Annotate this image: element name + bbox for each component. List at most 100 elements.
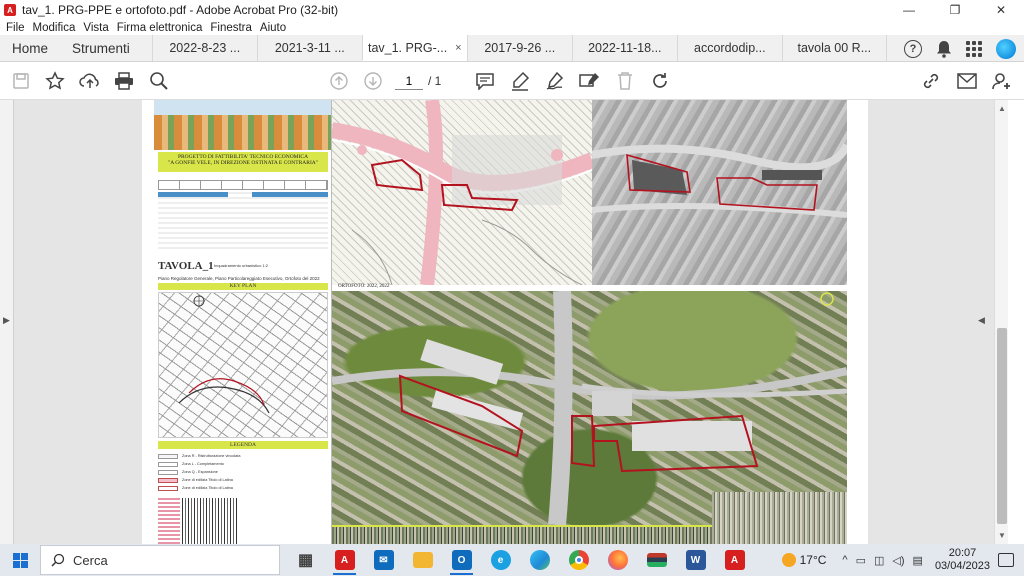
clock-time: 20:07 — [948, 547, 977, 559]
scroll-up-icon[interactable]: ▲ — [998, 104, 1006, 113]
acrobat-icon: A — [724, 550, 745, 570]
print-icon[interactable] — [113, 70, 135, 92]
right-panel-toggle[interactable]: ◀ — [968, 100, 994, 544]
doc-tab[interactable]: accordodip... — [676, 35, 782, 61]
system-tray: 17°C ^ ▭ ◫ ◁) ▤ 20:07 03/04/2023 — [781, 544, 1024, 576]
weather-widget[interactable]: 17°C — [781, 553, 827, 567]
menu-modifica[interactable]: Modifica — [33, 22, 76, 34]
left-panel-toggle[interactable]: ▶ — [0, 100, 14, 544]
minimize-button[interactable]: — — [886, 0, 932, 20]
page-number-input[interactable] — [395, 72, 423, 90]
bell-icon[interactable] — [936, 40, 952, 58]
vertical-scrollbar[interactable]: ▲ ▼ — [994, 100, 1008, 544]
scroll-down-icon[interactable]: ▼ — [998, 531, 1006, 540]
doc-tab-active[interactable]: tav_1. PRG-... × — [361, 35, 467, 61]
sign-icon[interactable] — [544, 70, 566, 92]
close-button[interactable]: ✕ — [978, 0, 1024, 20]
title-bar: A tav_1. PRG-PPE e ortofoto.pdf - Adobe … — [0, 0, 1024, 20]
legend-item: Zona Q - Espansione — [158, 468, 328, 476]
doc-tab[interactable]: 2022-8-23 ... — [151, 35, 257, 61]
menu-vista[interactable]: Vista — [83, 22, 108, 34]
page-total: / 1 — [428, 74, 442, 88]
tab-strumenti[interactable]: Strumenti — [60, 35, 142, 61]
file-explorer-taskbar-button[interactable] — [403, 544, 442, 576]
email-icon[interactable] — [956, 70, 978, 92]
edit-text-icon[interactable] — [579, 70, 601, 92]
apps-grid-icon[interactable] — [966, 40, 982, 57]
page-up-icon[interactable] — [328, 70, 350, 92]
battery-icon[interactable]: ▭ — [856, 554, 866, 567]
tab-bar-right: ? — [904, 35, 1016, 62]
highlight-pen-icon[interactable] — [509, 70, 531, 92]
media-taskbar-button[interactable] — [637, 544, 676, 576]
legend-item: Zone di edilizia Titolo di Latina — [158, 484, 328, 492]
weather-temperature: 17°C — [799, 553, 827, 567]
chrome-taskbar-button[interactable] — [559, 544, 598, 576]
doc-tab[interactable]: 2021-3-11 ... — [256, 35, 362, 61]
star-icon[interactable] — [44, 70, 66, 92]
edge-taskbar-button[interactable] — [520, 544, 559, 576]
trash-icon[interactable] — [614, 70, 636, 92]
menu-aiuto[interactable]: Aiuto — [260, 22, 286, 34]
page-down-icon[interactable] — [362, 70, 384, 92]
tab-home[interactable]: Home — [0, 35, 60, 61]
menu-finestra[interactable]: Finestra — [210, 22, 252, 34]
firefox-taskbar-button[interactable] — [598, 544, 637, 576]
firefox-icon — [607, 550, 628, 570]
document-area[interactable]: ▶ PROGETTO DI FATTIBILITA' TECNICO ECONO… — [0, 100, 1024, 544]
restore-button[interactable]: ❐ — [932, 0, 978, 20]
comment-icon[interactable] — [474, 70, 496, 92]
search-icon — [51, 553, 65, 567]
orthophoto — [332, 291, 847, 525]
tavola-title: TAVOLA_1 — [158, 260, 214, 272]
avatar[interactable] — [996, 38, 1016, 59]
chevron-right-icon: ▶ — [3, 315, 10, 325]
save-icon[interactable] — [10, 70, 32, 92]
volume-icon[interactable]: ◁) — [892, 554, 904, 567]
legend-item: Zone di edilizia Titolo di Latina — [158, 476, 328, 484]
cover-info-blocks — [158, 192, 328, 252]
menu-file[interactable]: File — [6, 22, 25, 34]
upload-cloud-icon[interactable] — [79, 70, 101, 92]
task-view-icon: ▦ — [297, 552, 314, 569]
outlook-taskbar-button[interactable]: O — [442, 544, 481, 576]
rotate-icon[interactable] — [649, 70, 671, 92]
scroll-thumb[interactable] — [997, 328, 1007, 524]
cover-sheet: PROGETTO DI FATTIBILITA' TECNICO ECONOMI… — [154, 100, 332, 544]
link-icon[interactable] — [920, 70, 942, 92]
legend-item-label: Zona L - Completamento — [182, 462, 224, 466]
doc-tab[interactable]: 2022-11-18... — [571, 35, 677, 61]
word-taskbar-button[interactable]: W — [676, 544, 715, 576]
search-box[interactable]: Cerca — [40, 545, 280, 575]
legend-item-label: Zona R - Ristrutturazione vincolata — [182, 454, 241, 458]
doc-tab-label: 2017-9-26 ... — [484, 41, 556, 55]
doc-tab[interactable]: tavola 00 R... — [781, 35, 887, 61]
acrobat-2-taskbar-button[interactable]: A — [715, 544, 754, 576]
help-icon[interactable]: ? — [904, 39, 922, 58]
doc-tab-label: tav_1. PRG-... — [367, 40, 448, 55]
internet-explorer-taskbar-button[interactable]: e — [481, 544, 520, 576]
pdf-page[interactable]: PROGETTO DI FATTIBILITA' TECNICO ECONOMI… — [142, 100, 868, 544]
legend-list: Zona R - Ristrutturazione vincolata Zona… — [158, 452, 328, 492]
edge-icon — [529, 550, 550, 570]
search-zoom-icon[interactable] — [148, 70, 170, 92]
notification-icon[interactable] — [998, 553, 1014, 567]
mail-taskbar-button[interactable]: ✉ — [364, 544, 403, 576]
doc-tab-label: 2022-11-18... — [588, 41, 662, 55]
task-view-button[interactable]: ▦ — [286, 544, 325, 576]
clock[interactable]: 20:07 03/04/2023 — [935, 547, 990, 573]
keyboard-icon[interactable]: ▤ — [913, 554, 923, 567]
menu-firma-elettronica[interactable]: Firma elettronica — [117, 22, 203, 34]
chevron-up-icon[interactable]: ^ — [842, 554, 847, 566]
doc-tab[interactable]: 2017-9-26 ... — [466, 35, 572, 61]
acrobat-taskbar-button[interactable]: A — [325, 544, 364, 576]
add-user-icon[interactable] — [991, 70, 1013, 92]
window-controls: — ❐ ✕ — [886, 0, 1024, 20]
close-tab-icon[interactable]: × — [455, 42, 461, 54]
start-button[interactable] — [0, 544, 40, 576]
doc-tab-label: accordodip... — [694, 41, 766, 55]
network-icon[interactable]: ◫ — [874, 554, 884, 567]
window-title: tav_1. PRG-PPE e ortofoto.pdf - Adobe Ac… — [22, 3, 339, 17]
windows-icon — [12, 552, 28, 568]
internet-explorer-icon: e — [490, 550, 511, 570]
